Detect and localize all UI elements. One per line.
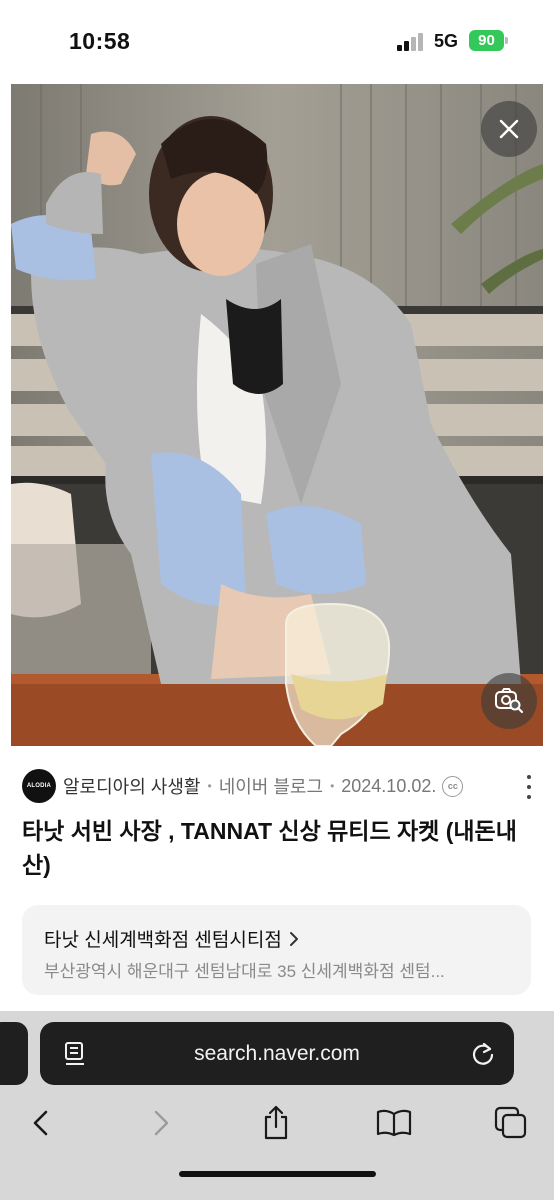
forward-button[interactable] (141, 1103, 181, 1143)
separator-dot: • (207, 779, 212, 793)
share-button[interactable] (256, 1103, 296, 1143)
source-date: 2024.10.02. (341, 775, 437, 796)
address-bar[interactable]: search.naver.com (40, 1022, 514, 1085)
more-options-icon[interactable] (519, 775, 539, 799)
back-button[interactable] (21, 1103, 61, 1143)
bookmarks-button[interactable] (374, 1103, 414, 1143)
share-icon (264, 1105, 288, 1140)
place-card[interactable]: 타낫 신세계백화점 센텀시티점 부산광역시 해운대구 센텀남대로 35 신세계백… (22, 905, 531, 995)
place-title-row[interactable]: 타낫 신세계백화점 센텀시티점 (44, 925, 300, 952)
nav-row (0, 1103, 554, 1143)
separator-dot: • (330, 779, 335, 793)
battery-cap (505, 37, 508, 44)
close-icon (499, 119, 519, 139)
signal-strength-icon (397, 33, 425, 51)
image-search-icon (495, 688, 524, 714)
source-avatar: ALODIA (22, 769, 56, 803)
cc-license-icon: cc (442, 775, 464, 797)
previous-tab-card[interactable] (0, 1022, 28, 1085)
result-title[interactable]: 타낫 서빈 사장 , TANNAT 신상 뮤티드 자켓 (내돈내산) (22, 814, 537, 882)
chevron-right-icon (154, 1110, 169, 1136)
tabs-icon (494, 1106, 527, 1139)
source-site: 네이버 블로그 (218, 777, 324, 797)
place-address: 부산광역시 해운대구 센텀남대로 35 신세계백화점 센텀... (44, 962, 445, 981)
battery-indicator: 90 (469, 30, 504, 51)
status-bar: 10:58 5G 90 (0, 0, 554, 84)
place-title: 타낫 신세계백화점 센텀시티점 (44, 930, 282, 951)
source-name[interactable]: 알로디아의 사생활 (63, 773, 200, 799)
close-button[interactable] (481, 101, 537, 157)
home-indicator (179, 1171, 376, 1177)
result-source-row[interactable]: ALODIA 알로디아의 사생활 • 네이버 블로그 • 2024.10.02.… (22, 768, 542, 804)
reload-icon[interactable] (470, 1041, 496, 1067)
chevron-right-icon (289, 931, 298, 946)
photo-illustration (11, 84, 543, 746)
status-time: 10:58 (69, 28, 131, 54)
result-photo[interactable] (11, 84, 543, 746)
chevron-left-icon (33, 1110, 48, 1136)
url-text[interactable]: search.naver.com (40, 1022, 514, 1085)
book-icon (376, 1109, 412, 1137)
tabs-button[interactable] (491, 1103, 531, 1143)
network-type: 5G (434, 31, 459, 51)
image-search-button[interactable] (481, 673, 537, 729)
